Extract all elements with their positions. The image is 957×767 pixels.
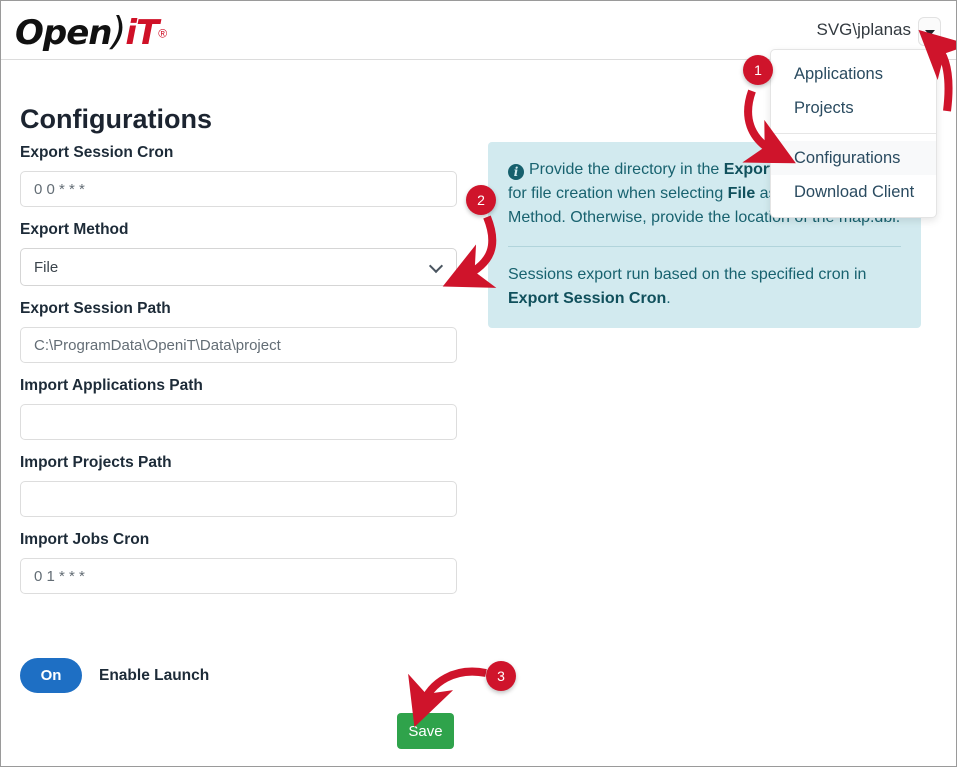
- menu-item-download-client[interactable]: Download Client: [771, 175, 936, 209]
- app-window: Open)iT® SVG\jplanas Applications Projec…: [0, 0, 957, 767]
- info-paragraph-2: Sessions export run based on the specifi…: [508, 263, 901, 311]
- label-import-applications-path: Import Applications Path: [20, 377, 203, 394]
- field-export-session-path: Export Session Path: [20, 300, 457, 363]
- menu-item-configurations[interactable]: Configurations: [771, 141, 936, 175]
- label-export-session-cron: Export Session Cron: [20, 144, 174, 161]
- logo-text-it: iT: [125, 13, 159, 53]
- info-p2-text2: .: [666, 290, 671, 307]
- openit-logo: Open)iT®: [15, 9, 175, 53]
- annotation-badge-1: 1: [743, 55, 773, 85]
- menu-item-applications[interactable]: Applications: [771, 57, 936, 91]
- info-p1-text1: Provide the directory in the: [529, 161, 724, 178]
- field-export-session-cron: Export Session Cron: [20, 144, 457, 207]
- enable-launch-row: On Enable Launch: [20, 658, 209, 693]
- label-import-projects-path: Import Projects Path: [20, 454, 172, 471]
- input-import-applications-path[interactable]: [20, 404, 457, 440]
- field-export-method: Export Method File: [20, 221, 457, 286]
- field-import-applications-path: Import Applications Path: [20, 377, 457, 440]
- logo-swoosh: ): [111, 9, 127, 53]
- export-method-select-wrap: File: [20, 248, 457, 286]
- user-dropdown-menu: Applications Projects Configurations Dow…: [770, 49, 937, 218]
- enable-launch-label: Enable Launch: [99, 666, 210, 684]
- annotation-badge-3: 3: [486, 661, 516, 691]
- page-title: Configurations: [20, 104, 212, 134]
- annotation-badge-2: 2: [466, 185, 496, 215]
- label-export-session-path: Export Session Path: [20, 300, 171, 317]
- info-circle-icon: i: [508, 164, 524, 180]
- input-export-session-cron[interactable]: [20, 171, 457, 207]
- username-label: SVG\jplanas: [816, 20, 912, 39]
- field-import-projects-path: Import Projects Path: [20, 454, 457, 517]
- registered-trademark-icon: ®: [158, 26, 168, 41]
- logo-text-open: Open: [15, 13, 113, 53]
- info-p1-bold2: File: [727, 185, 756, 202]
- select-export-method[interactable]: File: [20, 248, 457, 286]
- chevron-down-icon[interactable]: [918, 17, 941, 46]
- menu-divider: [771, 133, 936, 134]
- input-import-projects-path[interactable]: [20, 481, 457, 517]
- info-p2-text1: Sessions export run based on the specifi…: [508, 266, 867, 283]
- input-export-session-path[interactable]: [20, 327, 457, 363]
- enable-launch-toggle[interactable]: On: [20, 658, 82, 693]
- configurations-form: Export Session Cron Export Method File E…: [20, 144, 457, 608]
- arrow-3: [408, 667, 487, 728]
- input-import-jobs-cron[interactable]: [20, 558, 457, 594]
- label-import-jobs-cron: Import Jobs Cron: [20, 531, 150, 548]
- field-import-jobs-cron: Import Jobs Cron: [20, 531, 457, 594]
- info-divider: [508, 246, 901, 247]
- info-p1-text2: for file creation when selecting: [508, 185, 728, 202]
- save-button[interactable]: Save: [397, 713, 454, 749]
- menu-item-projects[interactable]: Projects: [771, 91, 936, 125]
- info-p2-bold1: Export Session Cron: [508, 290, 667, 307]
- label-export-method: Export Method: [20, 221, 129, 238]
